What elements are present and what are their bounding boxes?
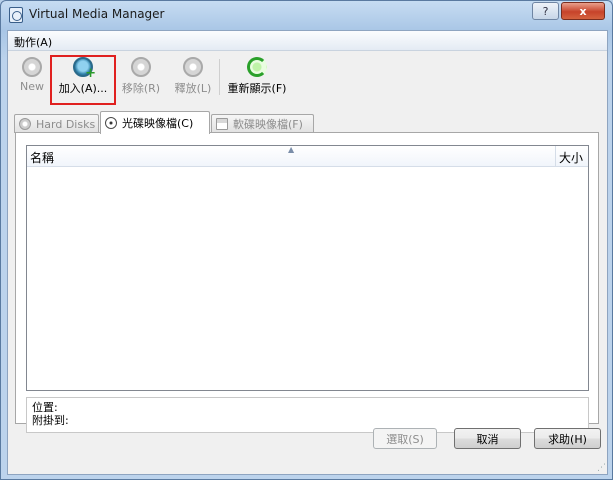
help-title-button[interactable]: ? (532, 2, 559, 20)
release-label: 釋放(L) (174, 82, 212, 95)
sort-indicator-icon: ▲ (288, 145, 295, 154)
title-bar[interactable]: Virtual Media Manager ? x (1, 1, 612, 29)
menu-actions[interactable]: 動作(A) (12, 33, 54, 51)
remove-disk-icon (131, 57, 151, 77)
new-button[interactable]: New (15, 53, 49, 101)
new-label: New (20, 80, 44, 93)
cancel-button[interactable]: 取消 (454, 428, 521, 449)
add-button-highlight (50, 55, 116, 105)
refresh-label: 重新顯示(F) (227, 82, 287, 95)
refresh-icon (247, 57, 267, 77)
hard-disk-icon (19, 118, 31, 130)
attached-label: 附掛到: (32, 414, 69, 427)
release-button[interactable]: 釋放(L) (172, 53, 214, 101)
close-button[interactable]: x (561, 2, 605, 20)
tab-label: 軟碟映像檔(F) (233, 118, 303, 131)
release-disk-icon (183, 57, 203, 77)
remove-button[interactable]: 移除(R) (120, 53, 162, 101)
tab-label: 光碟映像檔(C) (122, 117, 194, 130)
dialog-client-area: 動作(A) New 加入(A)... 移除(R) 釋放(L) 重新顯示(F) (7, 30, 608, 475)
toolbar-separator (219, 59, 220, 95)
cd-icon (105, 117, 117, 129)
window-title: Virtual Media Manager (29, 7, 165, 21)
remove-label: 移除(R) (121, 82, 161, 95)
tab-hard-disks[interactable]: Hard Disks (14, 114, 99, 133)
location-label: 位置: (32, 401, 58, 414)
column-name[interactable]: 名稱 (30, 149, 54, 166)
virtual-media-manager-window: Virtual Media Manager ? x 動作(A) New 加入(A… (0, 0, 613, 480)
floppy-icon (216, 118, 228, 130)
tab-floppy-images[interactable]: 軟碟映像檔(F) (211, 114, 314, 133)
tab-panel: 名稱 ▲ 大小 位置: 附掛到: (15, 132, 599, 433)
media-tabs: Hard Disks 光碟映像檔(C) 軟碟映像檔(F) (14, 111, 594, 134)
help-button[interactable]: 求助(H) (534, 428, 601, 449)
hard-disk-icon (22, 57, 42, 77)
menu-bar: 動作(A) (8, 31, 607, 51)
refresh-button[interactable]: 重新顯示(F) (226, 53, 288, 101)
column-size[interactable]: 大小 (555, 146, 588, 166)
media-list[interactable]: 名稱 ▲ 大小 (26, 145, 589, 391)
tab-cd-images[interactable]: 光碟映像檔(C) (100, 111, 210, 134)
select-button[interactable]: 選取(S) (373, 428, 437, 449)
app-icon (9, 7, 23, 23)
list-header: 名稱 ▲ 大小 (27, 145, 588, 167)
resize-grip-icon[interactable]: ⋰ (597, 463, 606, 473)
tab-label: Hard Disks (36, 117, 96, 131)
